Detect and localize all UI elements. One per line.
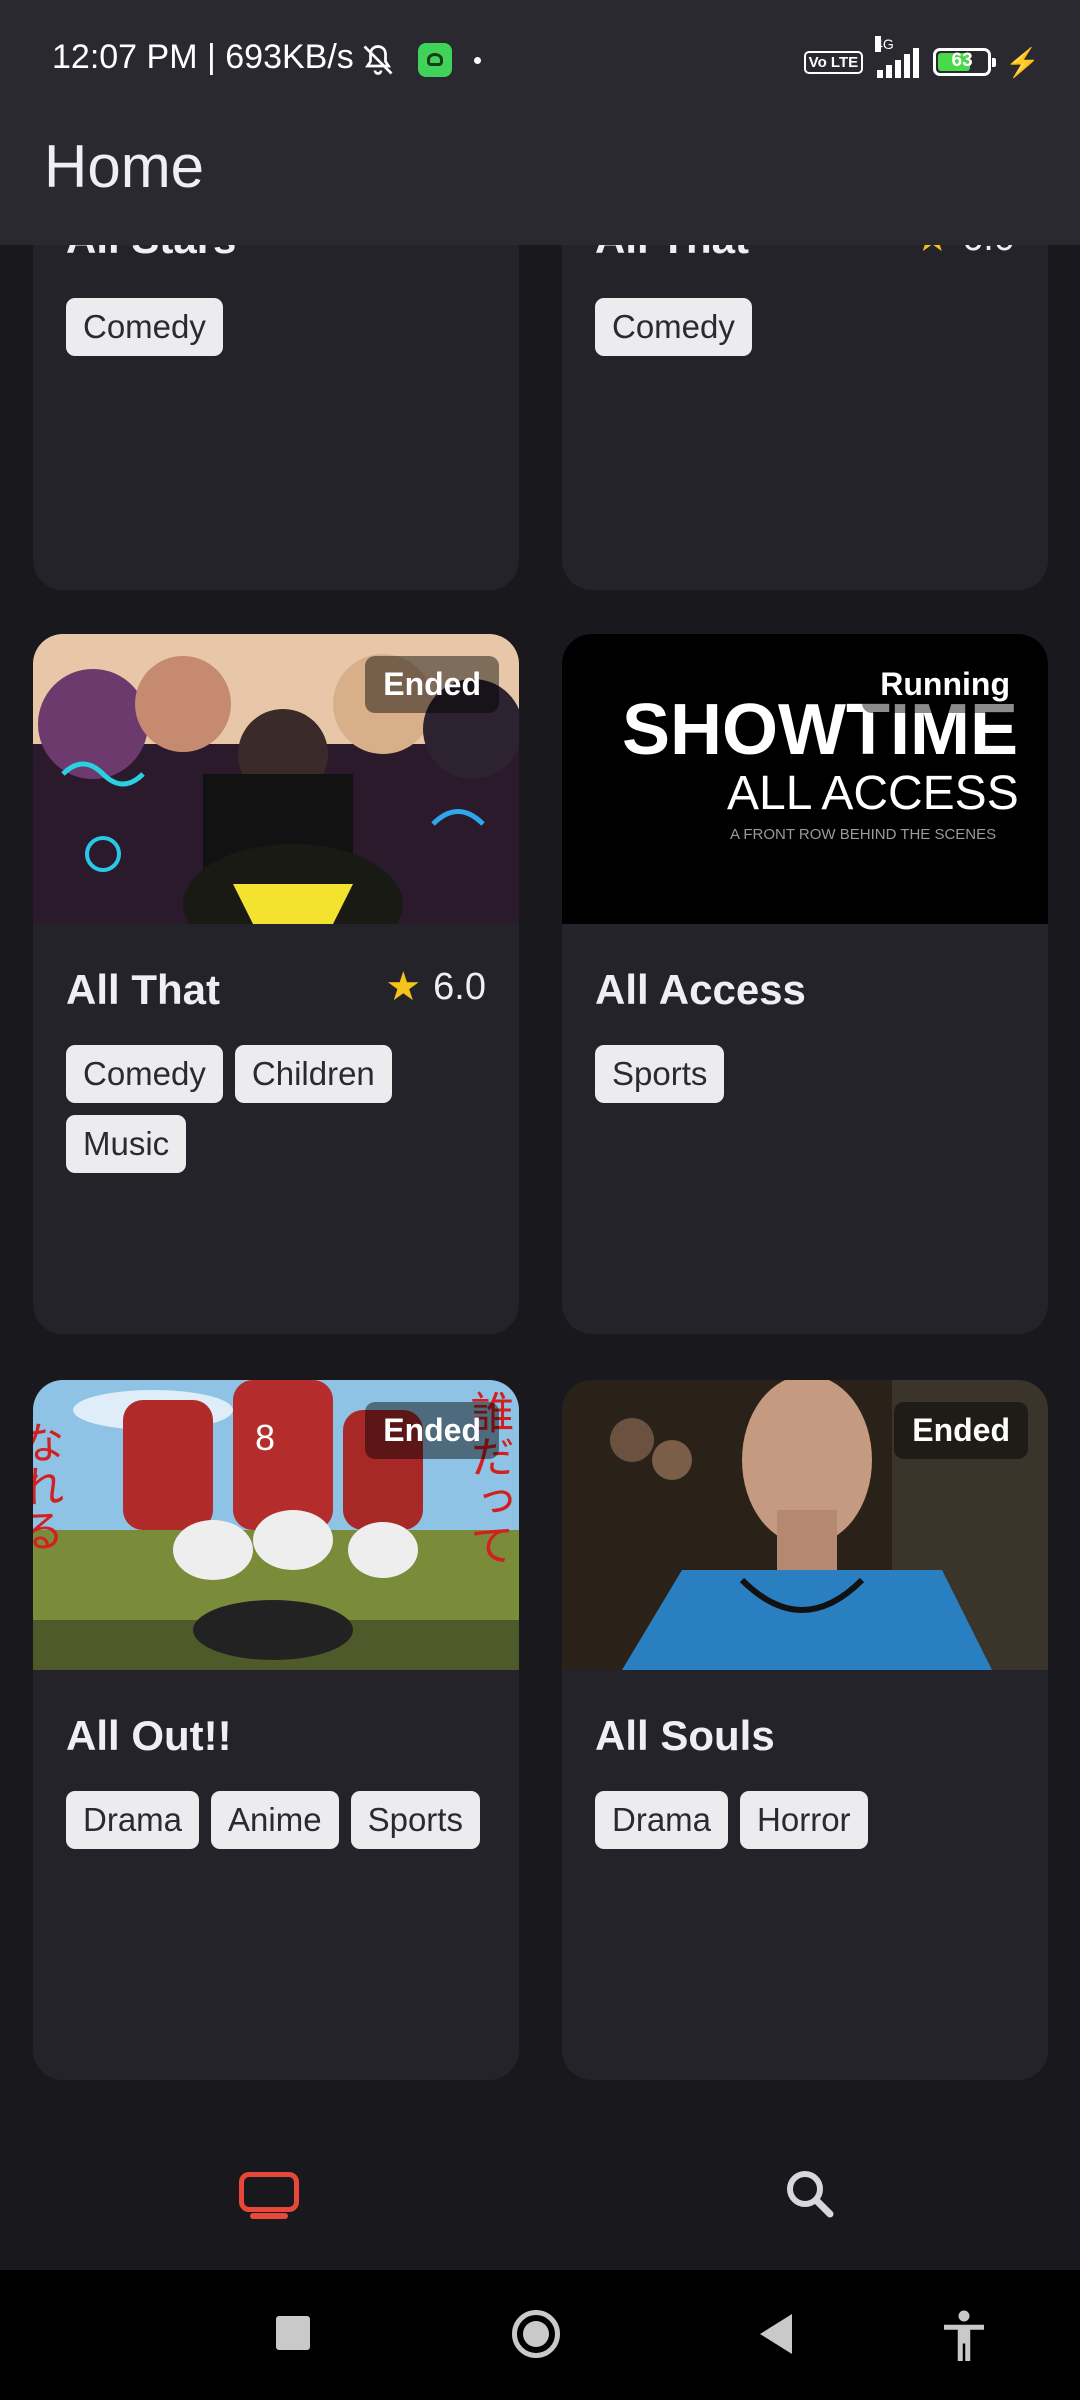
- show-title: All That: [66, 966, 220, 1013]
- genre-list: Comedy Children Music: [66, 1045, 499, 1173]
- genre-chip: Comedy: [595, 298, 752, 356]
- genre-list: Drama Horror: [595, 1791, 1028, 1849]
- show-card[interactable]: 8 なれる 誰だって Ended All Out!! Drama Anime S…: [33, 1380, 519, 2080]
- show-poster: Ended: [562, 1380, 1048, 1670]
- genre-chip: Sports: [350, 1791, 480, 1849]
- show-title: All Stars: [66, 245, 236, 263]
- home-button[interactable]: [512, 2310, 560, 2358]
- poster-subtitle: ALL ACCESS: [727, 767, 1019, 820]
- genre-chip: Sports: [595, 1045, 725, 1103]
- poster-jersey-number: 8: [255, 1417, 275, 1458]
- show-title: All Souls: [595, 1712, 775, 1759]
- status-bar: 12:07 PM | 693KB/s Vo LTE 4G 63 ⚡: [0, 0, 1080, 120]
- tv-icon[interactable]: [239, 2172, 299, 2219]
- status-badge: Ended: [894, 1402, 1028, 1459]
- genre-chip: Children: [234, 1045, 392, 1103]
- genre-chip: Music: [66, 1115, 187, 1173]
- genre-list: Sports: [595, 1045, 1028, 1103]
- show-title: All Access: [595, 966, 806, 1013]
- show-card[interactable]: SHOWTIME ALL ACCESS A FRONT ROW BEHIND T…: [562, 634, 1048, 1334]
- show-rating: ★ 6.0: [914, 245, 1015, 261]
- back-button[interactable]: [760, 2314, 792, 2354]
- star-icon: ★: [385, 965, 422, 1009]
- rating-value: 6.0: [433, 965, 486, 1008]
- poster-jp-left: なれる: [33, 1420, 64, 1552]
- accessibility-icon[interactable]: [934, 2306, 994, 2366]
- shows-grid: All Stars Comedy All That ★ 6.0 Comedy: [0, 245, 1080, 2160]
- show-card[interactable]: Ended All Souls Drama Horror: [562, 1380, 1048, 2080]
- show-title: All That: [595, 245, 749, 263]
- volte-icon: Vo LTE: [803, 50, 864, 74]
- battery-level: 63: [951, 50, 973, 71]
- rating-value: 6.0: [962, 245, 1015, 260]
- genre-chip: Comedy: [66, 1045, 223, 1103]
- network-type: 4G: [875, 36, 894, 52]
- search-icon[interactable]: [780, 2164, 840, 2224]
- genre-list: Comedy: [595, 298, 1028, 356]
- recents-button[interactable]: [276, 2316, 310, 2350]
- poster-tagline: A FRONT ROW BEHIND THE SCENES: [730, 826, 996, 843]
- bottom-navigation: [0, 2160, 1080, 2270]
- genre-chip: Comedy: [66, 298, 223, 356]
- star-icon: ★: [914, 245, 950, 261]
- show-card[interactable]: Ended All That ★ 6.0 Comedy Children Mus…: [33, 634, 519, 1334]
- battery-icon: 63: [933, 48, 997, 76]
- app-notification-icon: [418, 43, 452, 77]
- page-title: Home: [44, 133, 205, 200]
- show-card[interactable]: All That ★ 6.0 Comedy: [562, 245, 1048, 590]
- signal-icon: 4G: [875, 36, 920, 78]
- show-poster: Ended: [33, 634, 519, 924]
- show-poster: 8 なれる 誰だって Ended: [33, 1380, 519, 1670]
- genre-list: Drama Anime Sports: [66, 1791, 499, 1849]
- status-badge: Ended: [365, 656, 499, 713]
- more-notifications-dot: [474, 56, 481, 64]
- bell-off-icon: [363, 45, 393, 75]
- genre-chip: Horror: [740, 1791, 868, 1849]
- show-poster: SHOWTIME ALL ACCESS A FRONT ROW BEHIND T…: [562, 634, 1048, 924]
- genre-chip: Anime: [211, 1791, 339, 1849]
- genre-list: Comedy: [66, 298, 499, 356]
- status-badge: Ended: [365, 1402, 499, 1459]
- status-time: 12:07 PM | 693KB/s: [52, 38, 354, 76]
- show-card[interactable]: All Stars Comedy: [33, 245, 519, 590]
- charging-icon: ⚡: [1005, 46, 1040, 78]
- genre-chip: Drama: [595, 1791, 729, 1849]
- show-title: All Out!!: [66, 1712, 232, 1759]
- show-rating: ★ 6.0: [385, 964, 486, 1010]
- top-bar: 12:07 PM | 693KB/s Vo LTE 4G 63 ⚡ Home: [0, 0, 1080, 245]
- genre-chip: Drama: [66, 1791, 200, 1849]
- status-badge: Running: [862, 656, 1028, 713]
